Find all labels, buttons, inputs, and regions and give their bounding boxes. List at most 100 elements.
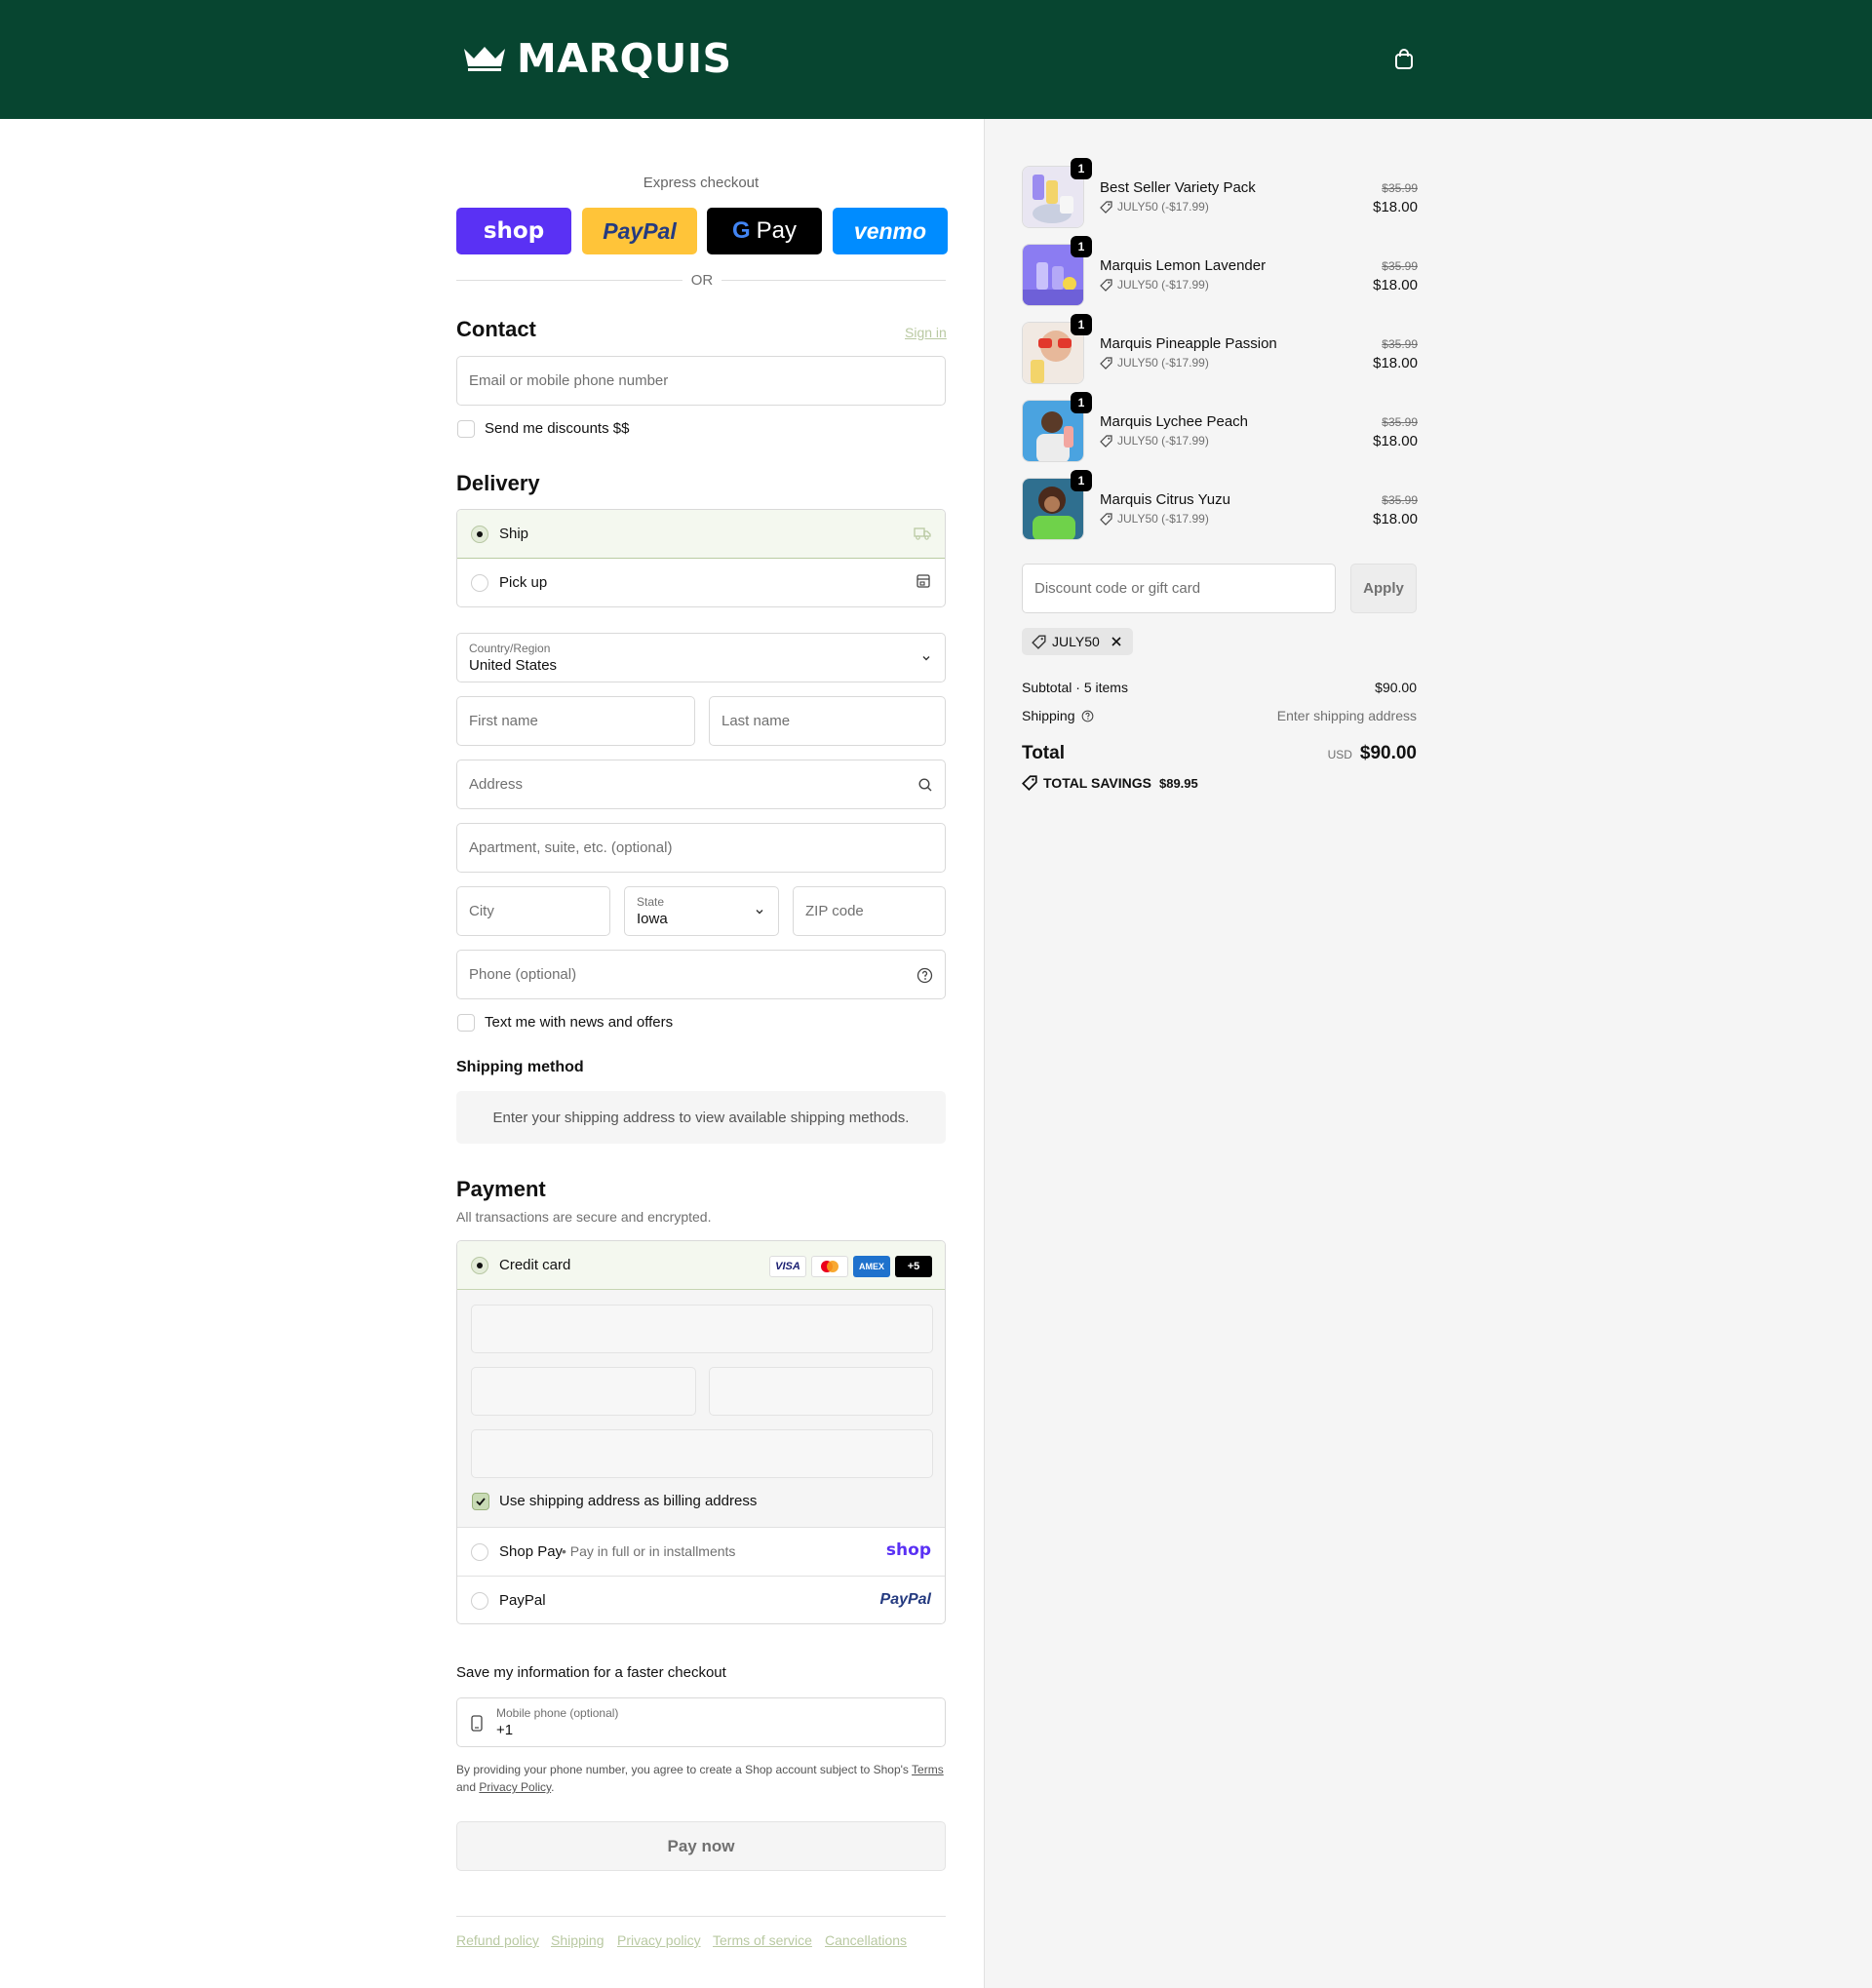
item-price: $18.00 [1373, 511, 1418, 527]
discount-code-field[interactable]: Discount code or gift card [1022, 564, 1336, 613]
mobile-phone-field[interactable]: Mobile phone (optional) +1 [456, 1697, 946, 1747]
item-discount-text: JULY50 (-$17.99) [1117, 434, 1209, 448]
tag-icon [1032, 634, 1046, 649]
country-select[interactable]: Country/Region United States [456, 633, 946, 682]
cart-item: 1 Best Seller Variety Pack JULY50 (-$17.… [1022, 158, 1418, 230]
tag-icon [1100, 278, 1112, 292]
ship-radio[interactable] [471, 526, 488, 543]
item-price: $18.00 [1373, 199, 1418, 215]
shop-pay-note: • Pay in full or in installments [562, 1543, 736, 1559]
item-name: Marquis Citrus Yuzu [1100, 491, 1230, 508]
close-icon[interactable] [1110, 635, 1123, 648]
first-name-field[interactable]: First name [456, 696, 695, 746]
card-expiry-field[interactable] [471, 1367, 696, 1416]
legal-and: and [456, 1780, 477, 1794]
cart-item: 1 Marquis Lychee Peach JULY50 (-$17.99) … [1022, 392, 1418, 464]
delivery-option-pickup[interactable]: Pick up [457, 559, 945, 606]
shipping-method-title: Shipping method [456, 1059, 584, 1075]
item-name: Marquis Lychee Peach [1100, 413, 1249, 430]
total-row: Total USD $90.00 [1022, 743, 1417, 764]
crown-icon [464, 47, 505, 71]
subtotal-label: Subtotal · 5 items [1022, 680, 1128, 695]
paypal-label: PayPal [499, 1592, 546, 1609]
shipping-row: Shipping Enter shipping address [1022, 708, 1417, 723]
item-discount-text: JULY50 (-$17.99) [1117, 200, 1209, 214]
total-value: $90.00 [1359, 743, 1417, 763]
paypal-radio[interactable] [471, 1592, 488, 1610]
shop-pay-option[interactable]: Shop Pay • Pay in full or in installment… [457, 1528, 945, 1577]
footer-shipping[interactable]: Shipping [551, 1932, 604, 1948]
delivery-option-ship[interactable]: Ship [457, 510, 945, 559]
shop-pay-radio[interactable] [471, 1543, 488, 1561]
item-price: $18.00 [1373, 277, 1418, 293]
item-discount-text: JULY50 (-$17.99) [1117, 356, 1209, 370]
state-value: Iowa [637, 911, 668, 927]
tag-icon [1100, 512, 1112, 526]
footer-privacy-policy[interactable]: Privacy policy [617, 1932, 701, 1948]
checkmark-icon [476, 1498, 486, 1506]
billing-same-checkbox[interactable] [472, 1493, 489, 1510]
venmo-button[interactable]: venmo [833, 208, 948, 254]
city-placeholder: City [469, 903, 494, 919]
help-circle-icon[interactable] [1081, 710, 1094, 722]
card-number-field[interactable] [471, 1305, 933, 1353]
apply-discount-button[interactable]: Apply [1350, 564, 1417, 613]
footer-divider [456, 1916, 946, 1917]
cart-item: 1 Marquis Citrus Yuzu JULY50 (-$17.99) $… [1022, 470, 1418, 542]
subtotal-row: Subtotal · 5 items $90.00 [1022, 680, 1417, 695]
site-header: MARQUIS [0, 0, 1872, 119]
footer-terms-of-service[interactable]: Terms of service [713, 1932, 812, 1948]
last-name-field[interactable]: Last name [709, 696, 946, 746]
shopping-bag-icon[interactable] [1392, 48, 1416, 71]
help-circle-icon[interactable] [916, 967, 933, 984]
paypal-logo: PayPal [603, 217, 677, 244]
shipping-method-message: Enter your shipping address to view avai… [456, 1091, 946, 1144]
text-offers-checkbox[interactable] [457, 1014, 475, 1032]
cart-item: 1 Marquis Pineapple Passion JULY50 (-$17… [1022, 314, 1418, 386]
payment-title: Payment [456, 1177, 546, 1201]
city-field[interactable]: City [456, 886, 610, 936]
google-g-icon: G [731, 217, 751, 244]
mastercard-icon [821, 1261, 838, 1272]
google-pay-label: Pay [756, 217, 798, 244]
state-select[interactable]: State Iowa [624, 886, 779, 936]
card-cvv-field[interactable] [709, 1367, 933, 1416]
credit-card-radio[interactable] [471, 1257, 488, 1274]
address-field[interactable]: Address [456, 760, 946, 809]
footer-cancellations[interactable]: Cancellations [825, 1932, 907, 1948]
payment-subtitle: All transactions are secure and encrypte… [456, 1209, 712, 1225]
mobile-phone-label: Mobile phone (optional) [496, 1706, 619, 1720]
shop-pay-note-text: Pay in full or in installments [569, 1543, 736, 1559]
shop-pay-label: Shop Pay [499, 1543, 564, 1560]
tag-icon [1100, 200, 1112, 214]
quantity-badge: 1 [1071, 470, 1092, 491]
sign-in-link[interactable]: Sign in [905, 325, 947, 340]
phone-field[interactable]: Phone (optional) [456, 950, 946, 999]
pay-now-button[interactable]: Pay now [456, 1821, 946, 1871]
brand-name: MARQUIS [517, 35, 732, 82]
payment-options: Credit card VISA AMEX +5 Use shipping ad… [456, 1240, 946, 1624]
footer-refund-policy[interactable]: Refund policy [456, 1932, 539, 1948]
card-name-field[interactable] [471, 1429, 933, 1478]
paypal-button[interactable]: PayPal [582, 208, 697, 254]
paypal-option[interactable]: PayPal PayPal [457, 1577, 945, 1623]
billing-same-label: Use shipping address as billing address [499, 1493, 758, 1509]
privacy-policy-link[interactable]: Privacy Policy [479, 1780, 551, 1794]
google-pay-button[interactable]: G Pay [707, 208, 822, 254]
shipping-value: Enter shipping address [1276, 708, 1417, 723]
truck-icon [914, 527, 931, 540]
credit-card-option[interactable]: Credit card VISA AMEX +5 [457, 1241, 945, 1290]
item-discount-text: JULY50 (-$17.99) [1117, 512, 1209, 526]
discounts-checkbox[interactable] [457, 420, 475, 438]
quantity-badge: 1 [1071, 314, 1092, 335]
terms-link[interactable]: Terms [912, 1763, 944, 1776]
store-icon [916, 574, 930, 588]
tag-icon [1100, 434, 1112, 448]
zip-field[interactable]: ZIP code [793, 886, 946, 936]
express-checkout-label: Express checkout [643, 175, 760, 191]
brand-logo[interactable]: MARQUIS [462, 35, 732, 82]
email-field[interactable]: Email or mobile phone number [456, 356, 946, 406]
shop-pay-button[interactable]: shop [456, 208, 571, 254]
pickup-radio[interactable] [471, 574, 488, 592]
apartment-field[interactable]: Apartment, suite, etc. (optional) [456, 823, 946, 873]
